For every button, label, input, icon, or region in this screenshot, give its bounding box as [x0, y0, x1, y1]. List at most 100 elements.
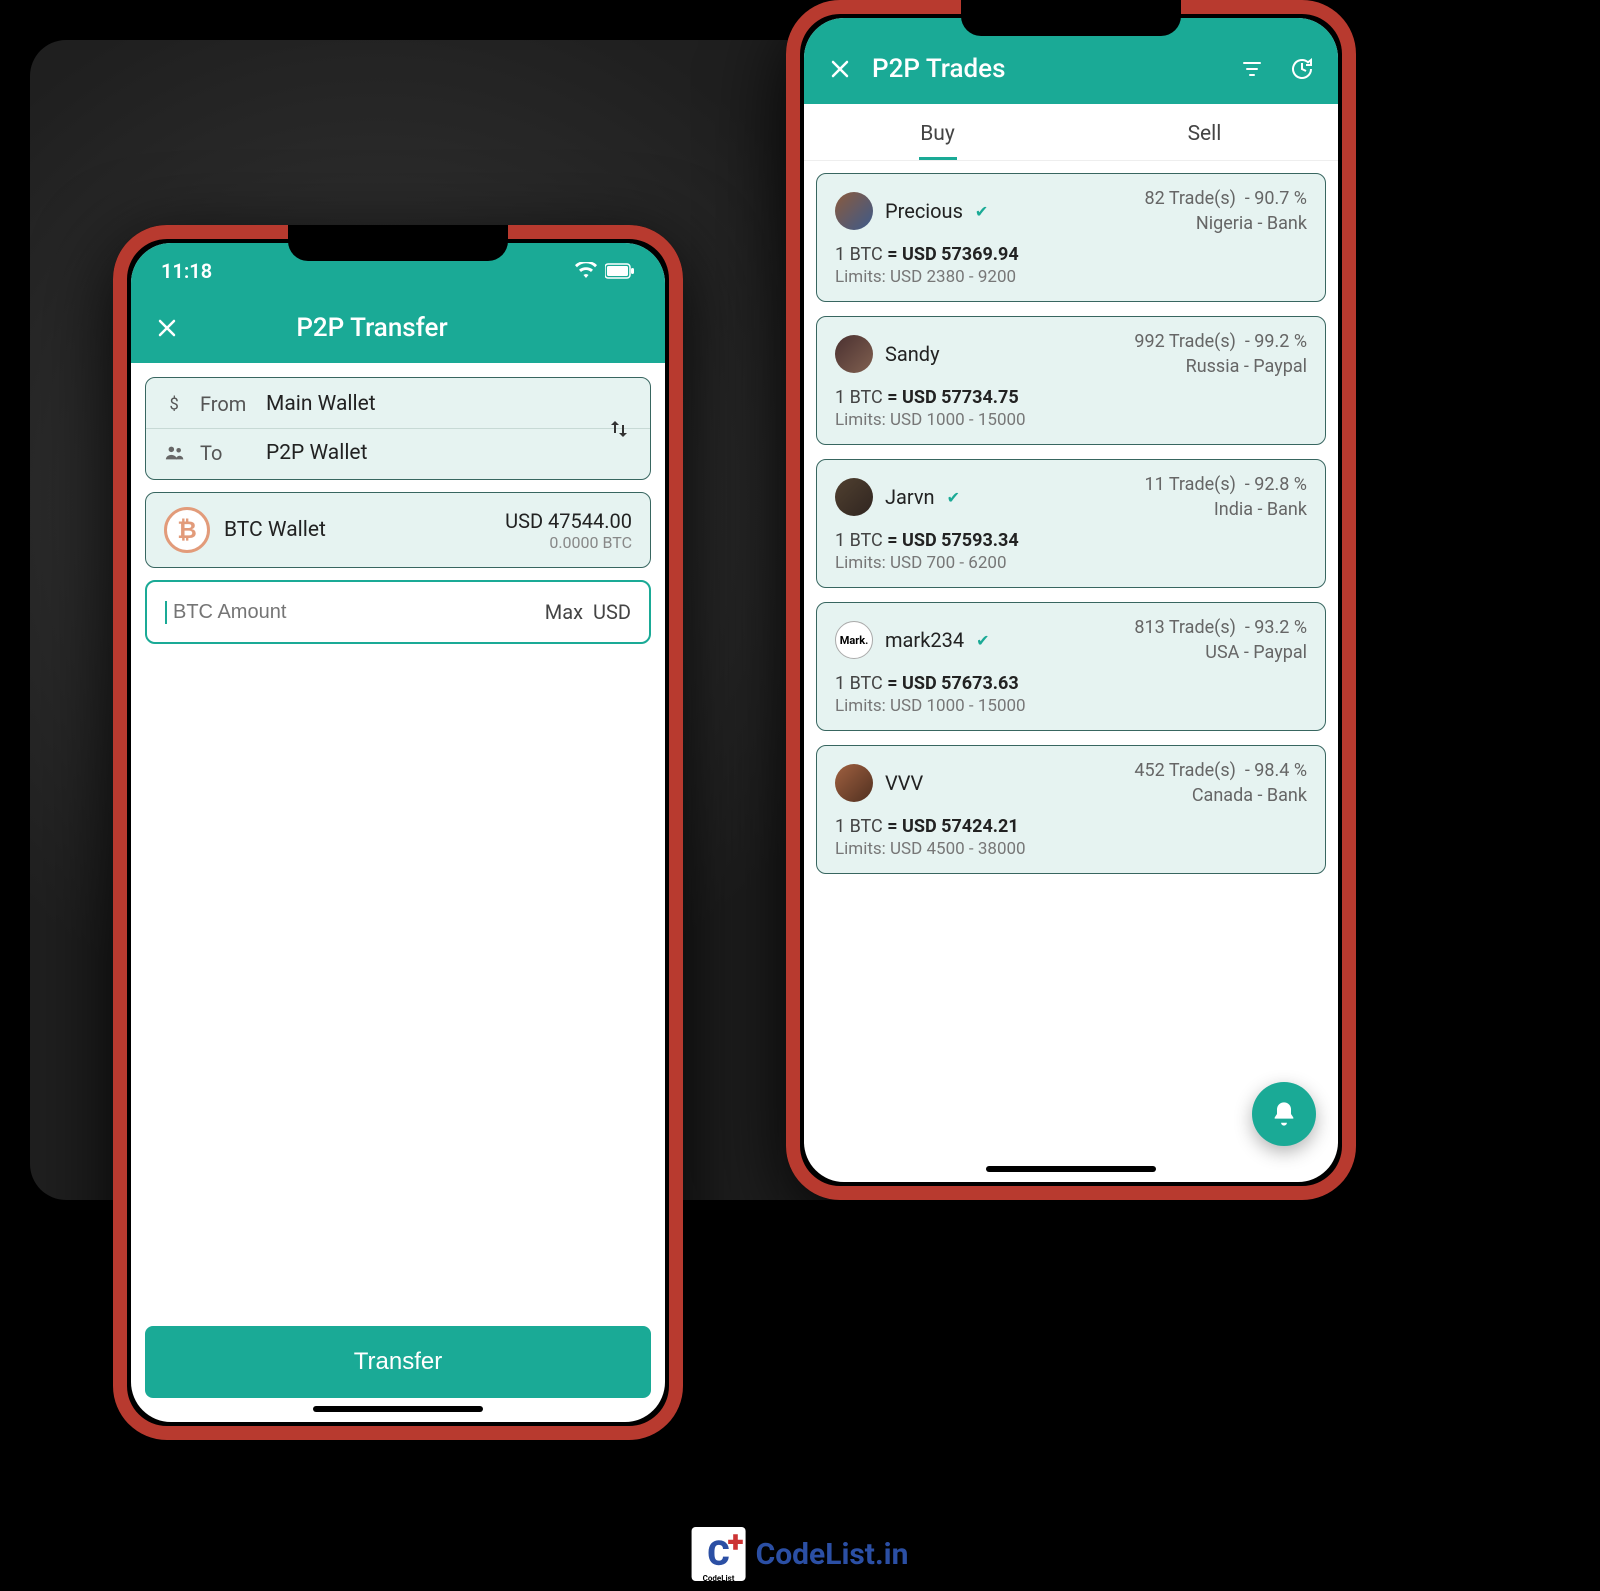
brand-footer: C+CodeList CodeList.in: [692, 1527, 909, 1581]
trade-username: Sandy: [885, 342, 940, 366]
trade-username: Jarvn: [885, 485, 935, 509]
trade-stats: 992 Trade(s) - 99.2 % Russia - Paypal: [1134, 331, 1307, 377]
trade-card[interactable]: VVV 452 Trade(s) - 98.4 % Canada - Bank …: [816, 745, 1326, 874]
trade-location: Nigeria - Bank: [1145, 213, 1308, 234]
trade-location: Canada - Bank: [1134, 785, 1307, 806]
bell-icon: [1270, 1100, 1298, 1128]
wifi-icon: [575, 262, 597, 280]
trade-card[interactable]: Precious ✔ 82 Trade(s) - 90.7 % Nigeria …: [816, 173, 1326, 302]
header-transfer: P2P Transfer: [131, 299, 665, 363]
brand-logo: C+CodeList: [692, 1527, 746, 1581]
avatar: [835, 478, 873, 516]
from-to-card[interactable]: $ From Main Wallet To P2P Wallet: [145, 377, 651, 480]
wallet-card[interactable]: ₿ BTC Wallet USD 47544.00 0.0000 BTC: [145, 492, 651, 568]
trade-rate: 1 BTC = USD 57593.34: [835, 530, 1307, 551]
status-time: 11:18: [161, 259, 212, 283]
wallet-name: BTC Wallet: [224, 518, 326, 542]
page-title: P2P Trades: [872, 54, 1220, 84]
max-button[interactable]: Max: [545, 600, 583, 624]
home-indicator: [986, 1166, 1156, 1172]
usd-toggle[interactable]: USD: [593, 600, 631, 624]
from-label: From: [200, 392, 252, 416]
trade-top: VVV 452 Trade(s) - 98.4 % Canada - Bank: [835, 760, 1307, 806]
trade-limits: Limits: USD 1000 - 15000: [835, 410, 1307, 430]
history-icon: [1290, 57, 1314, 81]
svg-text:$: $: [170, 396, 179, 415]
divider: [146, 428, 650, 429]
trade-card[interactable]: Mark. mark234 ✔ 813 Trade(s) - 93.2 % US…: [816, 602, 1326, 731]
close-button[interactable]: [153, 314, 181, 342]
trade-user: Mark. mark234 ✔: [835, 617, 989, 663]
trade-limits: Limits: USD 2380 - 9200: [835, 267, 1307, 287]
battery-icon: [605, 263, 635, 279]
wallet-btc: 0.0000 BTC: [505, 533, 632, 552]
wallet-left: ₿ BTC Wallet: [164, 507, 326, 553]
transfer-button[interactable]: Transfer: [145, 1326, 651, 1398]
trade-username: mark234: [885, 628, 964, 652]
trade-top: Precious ✔ 82 Trade(s) - 90.7 % Nigeria …: [835, 188, 1307, 234]
screen-trades: P2P Trades Buy Sell Precious ✔ 82 T: [804, 18, 1338, 1182]
close-button[interactable]: [826, 55, 854, 83]
trade-location: USA - Paypal: [1134, 642, 1307, 663]
phone-trades: P2P Trades Buy Sell Precious ✔ 82 T: [786, 0, 1356, 1200]
trade-stats: 82 Trade(s) - 90.7 % Nigeria - Bank: [1145, 188, 1308, 234]
dollar-icon: $: [164, 393, 186, 415]
close-icon: [828, 57, 852, 81]
trades-list: Precious ✔ 82 Trade(s) - 90.7 % Nigeria …: [804, 161, 1338, 1182]
avatar: [835, 192, 873, 230]
filter-button[interactable]: [1238, 55, 1266, 83]
trade-user: VVV: [835, 760, 923, 806]
wallet-right: USD 47544.00 0.0000 BTC: [505, 509, 632, 552]
avatar: [835, 335, 873, 373]
swap-button[interactable]: [604, 414, 634, 444]
trade-tabs: Buy Sell: [804, 104, 1338, 161]
trade-rate: 1 BTC = USD 57369.94: [835, 244, 1307, 265]
trade-location: India - Bank: [1145, 499, 1308, 520]
trade-limits: Limits: USD 1000 - 15000: [835, 696, 1307, 716]
to-row: To P2P Wallet: [164, 441, 632, 465]
avatar: Mark.: [835, 621, 873, 659]
trade-count: 452 Trade(s) - 98.4 %: [1134, 760, 1307, 781]
filter-icon: [1240, 57, 1264, 81]
amount-right: Max USD: [545, 600, 631, 624]
trade-top: Mark. mark234 ✔ 813 Trade(s) - 93.2 % US…: [835, 617, 1307, 663]
verified-badge-icon: ✔: [976, 631, 989, 650]
trade-count: 82 Trade(s) - 90.7 %: [1145, 188, 1308, 209]
notifications-fab[interactable]: [1252, 1082, 1316, 1146]
trade-username: Precious: [885, 199, 963, 223]
trade-rate: 1 BTC = USD 57424.21: [835, 816, 1307, 837]
trade-stats: 813 Trade(s) - 93.2 % USA - Paypal: [1134, 617, 1307, 663]
verified-badge-icon: ✔: [947, 488, 960, 507]
trade-user: Precious ✔: [835, 188, 988, 234]
brand-text: CodeList.in: [756, 1537, 909, 1572]
trade-limits: Limits: USD 4500 - 38000: [835, 839, 1307, 859]
trade-username: VVV: [885, 771, 923, 795]
phone-notch: [961, 0, 1181, 36]
trade-rate: 1 BTC = USD 57734.75: [835, 387, 1307, 408]
from-row: $ From Main Wallet: [164, 392, 632, 416]
trade-top: Jarvn ✔ 11 Trade(s) - 92.8 % India - Ban…: [835, 474, 1307, 520]
trade-card[interactable]: Jarvn ✔ 11 Trade(s) - 92.8 % India - Ban…: [816, 459, 1326, 588]
amount-card: Max USD: [145, 580, 651, 644]
trade-count: 992 Trade(s) - 99.2 %: [1134, 331, 1307, 352]
verified-badge-icon: ✔: [975, 202, 988, 221]
tab-sell[interactable]: Sell: [1071, 104, 1338, 160]
to-label: To: [200, 441, 252, 465]
wallet-usd: USD 47544.00: [505, 509, 632, 533]
transfer-content: $ From Main Wallet To P2P Wallet ₿ BTC W: [131, 363, 665, 1422]
history-button[interactable]: [1288, 55, 1316, 83]
amount-input[interactable]: [165, 601, 545, 624]
trade-card[interactable]: Sandy 992 Trade(s) - 99.2 % Russia - Pay…: [816, 316, 1326, 445]
to-value: P2P Wallet: [266, 441, 367, 465]
tab-buy[interactable]: Buy: [804, 104, 1071, 160]
trade-top: Sandy 992 Trade(s) - 99.2 % Russia - Pay…: [835, 331, 1307, 377]
trade-count: 11 Trade(s) - 92.8 %: [1145, 474, 1308, 495]
trade-stats: 452 Trade(s) - 98.4 % Canada - Bank: [1134, 760, 1307, 806]
bitcoin-icon: ₿: [164, 507, 210, 553]
from-value: Main Wallet: [266, 392, 376, 416]
screen-transfer: 11:18 P2P Transfer $ From Main Wallet: [131, 243, 665, 1422]
trade-stats: 11 Trade(s) - 92.8 % India - Bank: [1145, 474, 1308, 520]
people-icon: [164, 442, 186, 464]
home-indicator: [313, 1406, 483, 1412]
trade-user: Sandy: [835, 331, 940, 377]
